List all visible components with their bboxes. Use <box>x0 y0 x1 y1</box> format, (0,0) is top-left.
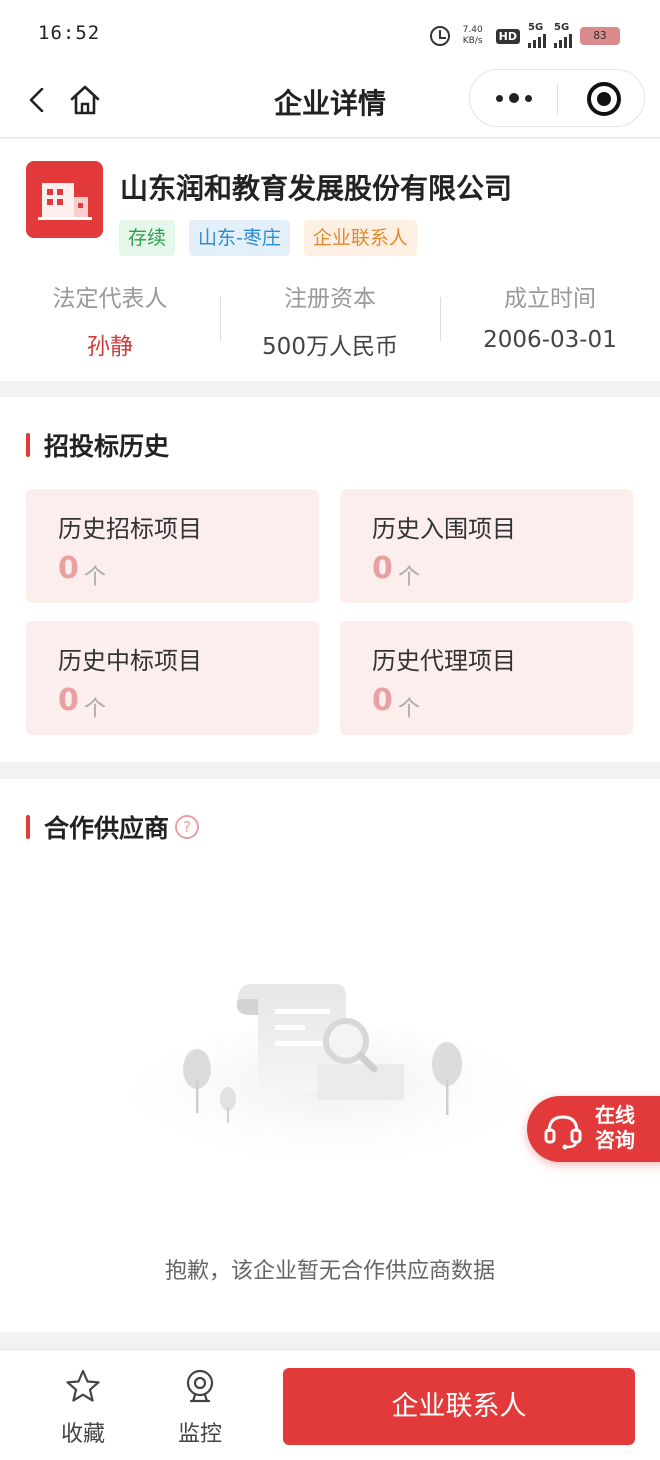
partners-title: 合作供应商 <box>44 814 170 843</box>
stat-count: 0 <box>58 551 79 586</box>
section-accent-bar <box>26 815 30 839</box>
company-card: 山东润和教育发展股份有限公司 存续 山东-枣庄 企业联系人 法定代表人 孙静 注… <box>0 139 660 381</box>
legal-rep-label: 法定代表人 <box>52 286 168 312</box>
company-meta: 法定代表人 孙静 注册资本 500万人民币 成立时间 2006-03-01 <box>0 277 660 360</box>
stat-card-shortlisted[interactable]: 历史入围项目 0 个 <box>340 489 633 603</box>
hd-icon: HD <box>495 28 520 44</box>
partners-section: 合作供应商 ? 抱歉，该企业暂无合作供应商数据 <box>0 779 660 1332</box>
stat-card-won[interactable]: 历史中标项目 0 个 <box>26 621 319 735</box>
stat-card-tender[interactable]: 历史招标项目 0 个 <box>26 489 319 603</box>
capital-value: 500万人民币 <box>262 334 398 360</box>
founded-value: 2006-03-01 <box>483 327 617 353</box>
online-consult-button[interactable]: 在线 咨询 <box>527 1096 660 1162</box>
status-badge: 存续 <box>119 220 176 256</box>
net-speed: 7.40 KB/s <box>458 25 488 47</box>
stat-unit: 个 <box>398 697 421 722</box>
empty-state-text: 抱歉，该企业暂无合作供应商数据 <box>164 1259 495 1284</box>
bidding-history-section: 招投标历史 历史招标项目 0 个 历史入围项目 0 个 历史中标项目 0 个 历… <box>0 397 660 762</box>
stat-count: 0 <box>372 551 393 586</box>
bidding-title: 招投标历史 <box>44 432 170 461</box>
consult-label: 在线 咨询 <box>595 1103 645 1153</box>
section-accent-bar <box>26 433 30 457</box>
stat-count: 0 <box>58 683 79 718</box>
stat-label: 历史入围项目 <box>372 515 516 543</box>
empty-state-illustration <box>130 984 530 1174</box>
alarm-icon <box>429 26 450 46</box>
more-icon[interactable] <box>496 88 534 108</box>
stat-label: 历史中标项目 <box>58 647 202 675</box>
stat-unit: 个 <box>84 697 107 722</box>
company-contact-button[interactable]: 企业联系人 <box>283 1368 635 1445</box>
battery-icon: 83 <box>580 27 620 45</box>
founded-date: 成立时间 2006-03-01 <box>440 277 660 357</box>
status-time: 16:52 <box>38 22 101 44</box>
section-title: 招投标历史 <box>26 427 169 463</box>
sim1-label: 5G <box>528 22 544 33</box>
miniprogram-capsule <box>469 69 645 127</box>
section-title: 合作供应商 ? <box>26 809 200 845</box>
stat-card-agency[interactable]: 历史代理项目 0 个 <box>340 621 633 735</box>
star-icon <box>66 1369 100 1402</box>
registered-capital: 注册资本 500万人民币 <box>220 277 440 360</box>
net-speed-unit: KB/s <box>462 36 483 46</box>
headset-icon <box>544 1115 582 1150</box>
status-icons: 7.40 KB/s HD 5G 5G 83 <box>429 22 620 50</box>
status-bar: 16:52 7.40 KB/s HD 5G 5G 83 <box>0 0 660 66</box>
favorite-label: 收藏 <box>60 1422 105 1447</box>
net-speed-value: 7.40 <box>462 25 483 35</box>
company-name: 山东润和教育发展股份有限公司 <box>120 172 513 205</box>
stat-label: 历史代理项目 <box>372 647 516 675</box>
capital-label: 注册资本 <box>284 286 376 312</box>
camera-icon <box>186 1369 214 1403</box>
bottom-action-bar: 收藏 监控 企业联系人 <box>0 1349 660 1460</box>
signal-icon: 5G <box>528 22 546 48</box>
company-logo <box>26 161 103 238</box>
capsule-divider <box>557 84 558 114</box>
region-badge: 山东-枣庄 <box>189 220 290 256</box>
monitor-button[interactable]: 监控 <box>165 1368 235 1448</box>
consult-line1: 在线 <box>595 1103 635 1127</box>
monitor-label: 监控 <box>177 1422 222 1447</box>
contact-badge[interactable]: 企业联系人 <box>303 220 417 256</box>
legal-rep-value[interactable]: 孙静 <box>0 327 220 361</box>
nav-bar: 企业详情 <box>0 66 660 138</box>
founded-label: 成立时间 <box>504 286 596 312</box>
close-miniprogram-icon[interactable] <box>587 82 621 116</box>
stat-unit: 个 <box>398 565 421 590</box>
sim2-label: 5G <box>554 22 570 33</box>
favorite-button[interactable]: 收藏 <box>48 1368 118 1448</box>
legal-rep: 法定代表人 孙静 <box>0 277 220 360</box>
company-tags: 存续 山东-枣庄 企业联系人 <box>119 220 417 256</box>
help-icon[interactable]: ? <box>175 815 200 839</box>
signal-icon: 5G <box>554 22 572 48</box>
consult-line2: 咨询 <box>595 1128 635 1152</box>
stat-unit: 个 <box>84 565 107 590</box>
stat-label: 历史招标项目 <box>58 515 202 543</box>
building-icon <box>38 183 92 220</box>
stat-count: 0 <box>372 683 393 718</box>
